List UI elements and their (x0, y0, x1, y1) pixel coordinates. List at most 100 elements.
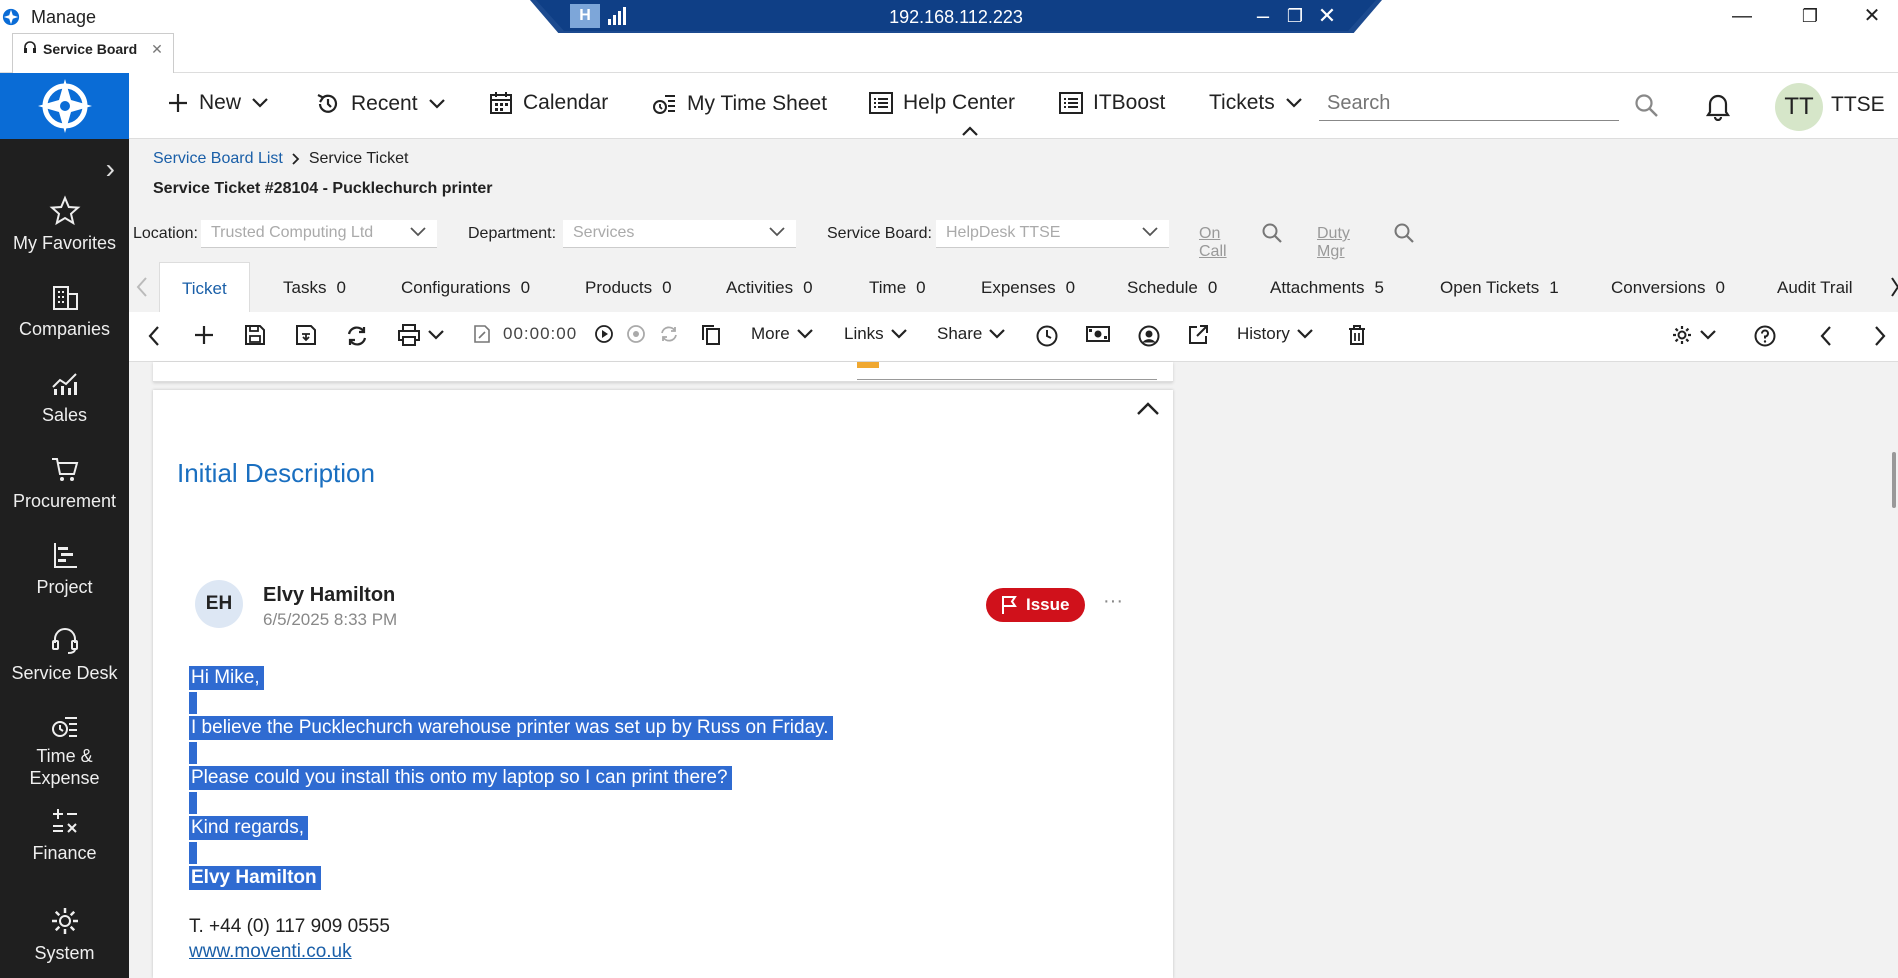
tickets-menu-button[interactable]: Tickets (1209, 91, 1303, 115)
help-button[interactable] (1753, 324, 1777, 348)
note-more-options-icon[interactable]: ··· (1103, 590, 1123, 613)
save-and-close-button[interactable] (295, 324, 317, 346)
time-entry-button[interactable] (1035, 324, 1059, 348)
nav-service-desk[interactable]: Service Desk (0, 625, 129, 684)
search-icon[interactable] (1393, 222, 1415, 244)
search-input[interactable] (1319, 87, 1619, 119)
location-select[interactable]: Trusted Computing Ltd (201, 220, 437, 248)
list-icon (869, 92, 893, 114)
on-call-link[interactable]: On Call (1199, 225, 1227, 261)
connectwise-logo[interactable] (0, 73, 129, 139)
print-menu-button[interactable] (397, 324, 445, 346)
recent-menu-button[interactable]: Recent (315, 91, 446, 117)
tab-conversions[interactable]: Conversions 0 (1611, 262, 1725, 312)
search-icon[interactable] (1634, 93, 1660, 119)
tab-attachments[interactable]: Attachments 5 (1270, 262, 1384, 312)
tab-products[interactable]: Products 0 (585, 262, 672, 312)
window-restore-button[interactable]: ❐ (1790, 2, 1830, 30)
bell-icon[interactable] (1705, 91, 1731, 121)
remote-close-button[interactable]: ✕ (1312, 3, 1342, 29)
back-button[interactable] (147, 324, 161, 348)
timer-play-button[interactable] (594, 324, 614, 344)
share-menu-button[interactable]: Share (937, 324, 1006, 344)
reset-icon (661, 326, 677, 342)
tab-ticket[interactable]: Ticket (159, 262, 250, 312)
breadcrumb-service-board-list[interactable]: Service Board List (153, 150, 283, 168)
refresh-button[interactable] (345, 324, 369, 348)
window-close-button[interactable]: ✕ (1852, 2, 1892, 30)
browser-tab-service-board[interactable]: Service Board ✕ (12, 33, 174, 73)
tab-expenses[interactable]: Expenses 0 (981, 262, 1075, 312)
chevron-down-icon (1285, 98, 1302, 108)
play-icon (595, 325, 613, 343)
user-name[interactable]: TTSE (1831, 93, 1885, 117)
message-line: Hi Mike, (189, 666, 264, 690)
window-minimize-button[interactable]: — (1722, 2, 1762, 30)
settings-menu-button[interactable] (1671, 324, 1717, 346)
department-select[interactable]: Services (563, 220, 796, 248)
nav-project[interactable]: Project (0, 539, 129, 598)
timer-stop-button[interactable] (626, 324, 646, 344)
itboost-button[interactable]: ITBoost (1059, 91, 1165, 115)
global-search (1319, 87, 1619, 121)
nav-time-expense[interactable]: Time & Expense (0, 711, 129, 789)
tab-activities[interactable]: Activities 0 (726, 262, 813, 312)
help-icon (1754, 325, 1776, 347)
issue-badge[interactable]: Issue (986, 588, 1086, 622)
duty-mgr-link[interactable]: Duty Mgr (1317, 225, 1350, 261)
service-board-label: Service Board: (827, 225, 932, 242)
tabs-scroll-left-icon[interactable] (135, 276, 149, 298)
add-button[interactable] (193, 324, 215, 346)
remote-minimize-button[interactable]: – (1248, 3, 1278, 29)
user-avatar[interactable]: TT (1775, 83, 1823, 131)
nav-sales[interactable]: Sales (0, 367, 129, 426)
page-scrollbar[interactable] (1892, 452, 1896, 508)
nav-procurement[interactable]: Procurement (0, 453, 129, 512)
tab-tasks[interactable]: Tasks 0 (283, 262, 346, 312)
flag-icon (1002, 596, 1017, 614)
search-icon[interactable] (1261, 222, 1283, 244)
selection-spacer (189, 742, 197, 764)
signature-website-link[interactable]: www.moventi.co.uk (189, 941, 352, 963)
history-menu-button[interactable]: History (1237, 324, 1314, 344)
links-menu-button[interactable]: Links (844, 324, 908, 344)
nav-companies[interactable]: Companies (0, 281, 129, 340)
save-close-icon (296, 325, 316, 345)
expense-button[interactable] (1085, 324, 1111, 344)
remote-restore-button[interactable]: ❐ (1280, 3, 1310, 29)
service-board-select[interactable]: HelpDesk TTSE (936, 220, 1169, 248)
contact-button[interactable] (1137, 324, 1161, 348)
tab-schedule[interactable]: Schedule 0 (1127, 262, 1217, 312)
delete-button[interactable] (1347, 324, 1367, 346)
next-ticket-button[interactable] (1873, 324, 1887, 348)
previous-ticket-button[interactable] (1819, 324, 1833, 348)
tabs-scroll-right-icon[interactable] (1891, 276, 1898, 298)
nav-system[interactable]: System (0, 905, 129, 964)
chevron-down-icon (428, 330, 444, 340)
tab-configurations[interactable]: Configurations 0 (401, 262, 530, 312)
nav-my-favorites[interactable]: My Favorites (0, 195, 129, 254)
print-icon (398, 324, 420, 346)
save-button[interactable] (244, 324, 266, 346)
new-menu-button[interactable]: New (167, 91, 269, 115)
open-external-button[interactable] (1187, 324, 1209, 346)
tab-audit-trail[interactable]: Audit Trail (1777, 262, 1853, 312)
message-line: I believe the Pucklechurch warehouse pri… (189, 716, 833, 740)
headset-icon (24, 41, 36, 53)
chevron-up-icon[interactable] (1135, 400, 1161, 418)
help-center-button[interactable]: Help Center (869, 91, 1015, 115)
cart-icon (51, 458, 78, 481)
selection-spacer (189, 842, 197, 864)
timer-reset-button[interactable] (659, 324, 679, 344)
breadcrumb: Service Board List Service Ticket (153, 150, 408, 168)
copy-button[interactable] (701, 324, 721, 346)
nav-expand-icon[interactable]: › (106, 153, 115, 185)
my-time-sheet-button[interactable]: My Time Sheet (651, 91, 827, 117)
calendar-button[interactable]: Calendar (489, 91, 608, 115)
nav-finance[interactable]: Finance (0, 805, 129, 864)
more-menu-button[interactable]: More (751, 324, 814, 344)
author-avatar: EH (195, 580, 243, 628)
browser-tab-close-icon[interactable]: ✕ (151, 41, 163, 58)
tab-open-tickets[interactable]: Open Tickets 1 (1440, 262, 1559, 312)
tab-time[interactable]: Time 0 (869, 262, 926, 312)
